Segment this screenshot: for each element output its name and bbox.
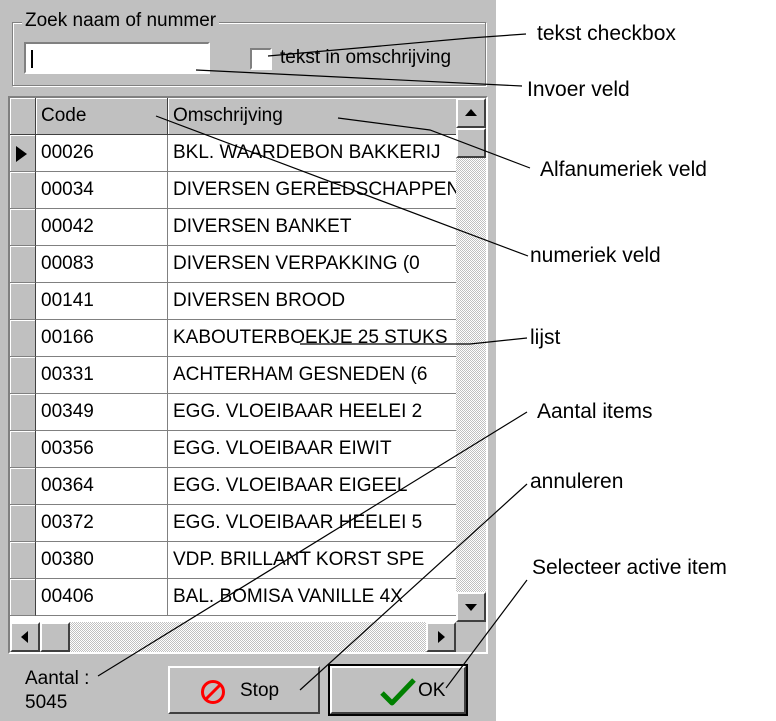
code-cell[interactable]: 00356	[36, 431, 168, 468]
row-indicator-cell[interactable]	[10, 283, 36, 320]
checkmark-icon	[380, 678, 416, 706]
table-row[interactable]: 00331 ACHTERHAM GESNEDEN (6	[10, 357, 456, 394]
description-cell[interactable]: DIVERSEN VERPAKKING (0	[168, 246, 456, 283]
scrollbar-corner	[456, 622, 486, 652]
description-cell[interactable]: ACHTERHAM GESNEDEN (6	[168, 357, 456, 394]
item-grid[interactable]: Code Omschrijving 00026 BKL. WAARDEBON BA…	[8, 96, 488, 654]
table-row[interactable]: 00042 DIVERSEN BANKET	[10, 209, 456, 246]
row-indicator-cell[interactable]	[10, 394, 36, 431]
search-input[interactable]	[24, 42, 210, 74]
table-row[interactable]: 00406 BAL. BOMISA VANILLE 4X	[10, 579, 456, 616]
table-row[interactable]: 00349 EGG. VLOEIBAAR HEELEI 2	[10, 394, 456, 431]
grid-header: Code Omschrijving	[10, 98, 456, 135]
scroll-up-button[interactable]	[456, 98, 486, 128]
horizontal-scroll-thumb[interactable]	[40, 622, 70, 652]
stop-button[interactable]: Stop	[168, 666, 320, 714]
count-value: 5045	[25, 692, 68, 713]
description-cell[interactable]: BKL. WAARDEBON BAKKERIJ	[168, 135, 456, 172]
scroll-left-button[interactable]	[10, 622, 40, 652]
description-cell[interactable]: BAL. BOMISA VANILLE 4X	[168, 579, 456, 616]
code-cell[interactable]: 00042	[36, 209, 168, 246]
row-indicator-cell[interactable]	[10, 320, 36, 357]
description-cell[interactable]: VDP. BRILLANT KORST SPE	[168, 542, 456, 579]
code-cell[interactable]: 00372	[36, 505, 168, 542]
table-row[interactable]: 00141 DIVERSEN BROOD	[10, 283, 456, 320]
row-indicator-cell[interactable]	[10, 468, 36, 505]
code-cell[interactable]: 00141	[36, 283, 168, 320]
description-cell[interactable]: EGG. VLOEIBAAR HEELEI 5	[168, 505, 456, 542]
code-cell[interactable]: 00406	[36, 579, 168, 616]
row-indicator-cell[interactable]	[10, 357, 36, 394]
code-cell[interactable]: 00034	[36, 172, 168, 209]
annotation-numeric: numeriek veld	[530, 244, 661, 267]
table-row[interactable]: 00380 VDP. BRILLANT KORST SPE	[10, 542, 456, 579]
annotation-count: Aantal items	[537, 400, 653, 423]
row-indicator-cell[interactable]	[10, 505, 36, 542]
annotation-checkbox: tekst checkbox	[537, 22, 676, 45]
table-row[interactable]: 00166 KABOUTERBOEKJE 25 STUKS	[10, 320, 456, 357]
annotation-alfa: Alfanumeriek veld	[540, 158, 707, 181]
row-indicator-cell[interactable]	[10, 431, 36, 468]
stop-button-label: Stop	[240, 680, 280, 701]
description-cell[interactable]: KABOUTERBOEKJE 25 STUKS	[168, 320, 456, 357]
row-indicator-cell[interactable]	[10, 135, 36, 172]
row-indicator-cell[interactable]	[10, 579, 36, 616]
code-cell[interactable]: 00331	[36, 357, 168, 394]
description-cell[interactable]: DIVERSEN GEREEDSCHAPPEN	[168, 172, 456, 209]
code-cell[interactable]: 00380	[36, 542, 168, 579]
ok-button-label: OK	[418, 680, 446, 701]
table-row[interactable]: 00356 EGG. VLOEIBAAR EIWIT	[10, 431, 456, 468]
table-row[interactable]: 00372 EGG. VLOEIBAAR HEELEI 5	[10, 505, 456, 542]
search-group-title: Zoek naam of nummer	[22, 10, 220, 32]
arrow-down-icon	[465, 604, 477, 611]
vertical-scrollbar[interactable]	[456, 98, 486, 622]
description-checkbox-label[interactable]: tekst in omschrijving	[280, 47, 451, 69]
row-indicator-cell[interactable]	[10, 209, 36, 246]
no-entry-icon	[201, 680, 225, 704]
arrow-left-icon	[21, 631, 28, 643]
code-cell[interactable]: 00364	[36, 468, 168, 505]
table-row[interactable]: 00034 DIVERSEN GEREEDSCHAPPEN	[10, 172, 456, 209]
row-indicator-cell[interactable]	[10, 542, 36, 579]
description-cell[interactable]: EGG. VLOEIBAAR HEELEI 2	[168, 394, 456, 431]
annotation-select: Selecteer active item	[532, 556, 727, 579]
arrow-up-icon	[465, 109, 477, 116]
code-cell[interactable]: 00083	[36, 246, 168, 283]
scroll-right-button[interactable]	[426, 622, 456, 652]
description-cell[interactable]: DIVERSEN BANKET	[168, 209, 456, 246]
scroll-down-button[interactable]	[456, 592, 486, 622]
arrow-right-icon	[438, 631, 445, 643]
table-row[interactable]: 00364 EGG. VLOEIBAAR EIGEEL	[10, 468, 456, 505]
table-row[interactable]: 00083 DIVERSEN VERPAKKING (0	[10, 246, 456, 283]
annotation-cancel: annuleren	[530, 470, 624, 493]
column-header-code[interactable]: Code	[36, 98, 168, 135]
header-indicator-cell	[10, 98, 36, 135]
current-row-pointer-icon	[16, 146, 27, 162]
description-cell[interactable]: DIVERSEN BROOD	[168, 283, 456, 320]
row-indicator-cell[interactable]	[10, 172, 36, 209]
text-caret	[31, 50, 33, 68]
description-cell[interactable]: EGG. VLOEIBAAR EIGEEL	[168, 468, 456, 505]
grid-viewport: Code Omschrijving 00026 BKL. WAARDEBON BA…	[10, 98, 456, 622]
ok-button[interactable]: OK	[328, 664, 468, 716]
code-cell[interactable]: 00026	[36, 135, 168, 172]
count-label: Aantal :	[25, 668, 90, 689]
table-row[interactable]: 00026 BKL. WAARDEBON BAKKERIJ	[10, 135, 456, 172]
code-cell[interactable]: 00166	[36, 320, 168, 357]
description-cell[interactable]: EGG. VLOEIBAAR EIWIT	[168, 431, 456, 468]
annotation-list: lijst	[530, 326, 561, 349]
row-indicator-cell[interactable]	[10, 246, 36, 283]
description-checkbox[interactable]	[250, 48, 272, 70]
column-header-description[interactable]: Omschrijving	[168, 98, 456, 135]
vertical-scroll-thumb[interactable]	[456, 128, 486, 158]
code-cell[interactable]: 00349	[36, 394, 168, 431]
horizontal-scrollbar[interactable]	[10, 622, 456, 652]
lookup-dialog: Zoek naam of nummer tekst in omschrijvin…	[0, 0, 496, 721]
annotation-input: Invoer veld	[527, 78, 630, 101]
